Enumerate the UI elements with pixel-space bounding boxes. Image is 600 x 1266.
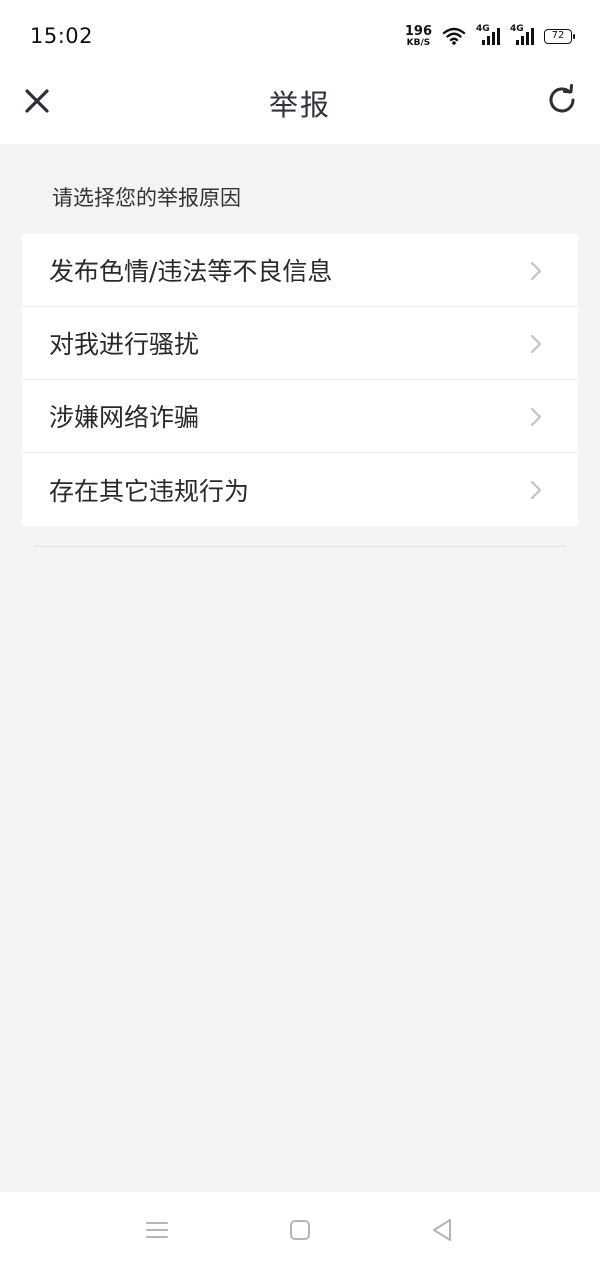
refresh-icon[interactable] [544, 82, 580, 118]
menu-icon[interactable] [143, 1216, 171, 1244]
chevron-right-icon [530, 334, 542, 354]
signal-icon: 4G [476, 24, 500, 46]
reason-item-other-violation[interactable]: 存在其它违规行为 [22, 453, 578, 526]
battery-icon: 72 [544, 28, 575, 44]
reason-label: 存在其它违规行为 [49, 476, 250, 506]
network-speed-value: 196 [404, 23, 432, 39]
report-prompt: 请选择您的举报原因 [52, 186, 241, 210]
divider [34, 546, 566, 547]
system-nav-bar [0, 1192, 600, 1266]
reason-label: 涉嫌网络诈骗 [49, 403, 200, 432]
reason-item-fraud[interactable]: 涉嫌网络诈骗 [22, 380, 578, 453]
page-title: 举报 [268, 88, 331, 122]
reason-item-harassment[interactable]: 对我进行骚扰 [22, 307, 578, 380]
home-icon[interactable] [286, 1216, 314, 1244]
chevron-right-icon [530, 407, 542, 427]
signal-icon-2: 4G [510, 24, 534, 46]
wifi-icon [442, 27, 466, 45]
reason-item-inappropriate-content[interactable]: 发布色情/违法等不良信息 [22, 234, 578, 307]
network-speed: 196 KB/S [405, 25, 432, 48]
network-speed-unit: KB/S [406, 37, 431, 48]
reason-label: 发布色情/违法等不良信息 [49, 257, 333, 286]
status-bar: 15:02 196 KB/S 4G 4G 72 [0, 0, 600, 72]
chevron-right-icon [530, 480, 542, 500]
report-reason-list: 发布色情/违法等不良信息 对我进行骚扰 涉嫌网络诈骗 存在其它违规行为 [22, 234, 578, 526]
header: 举报 [0, 72, 600, 144]
status-icons: 196 KB/S 4G 4G 72 [405, 22, 575, 50]
back-icon[interactable] [428, 1216, 456, 1244]
status-time: 15:02 [30, 24, 94, 48]
reason-label: 对我进行骚扰 [49, 330, 200, 359]
chevron-right-icon [530, 261, 542, 281]
